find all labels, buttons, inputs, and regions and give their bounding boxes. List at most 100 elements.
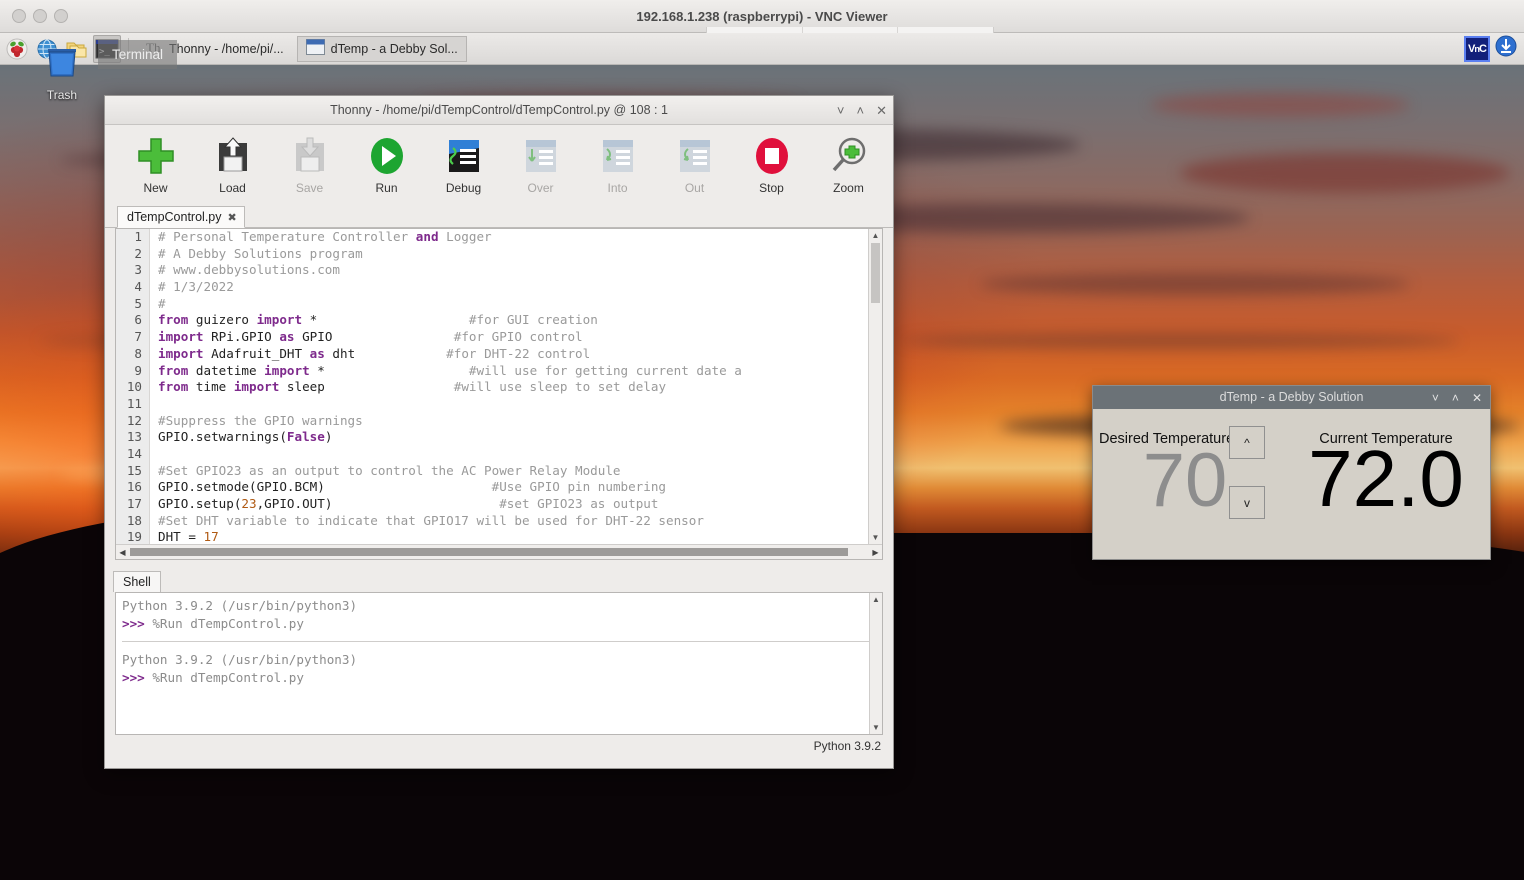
code-line[interactable]: 4 # 1/3/2022	[116, 279, 868, 296]
scroll-right-icon[interactable]: ▶	[869, 545, 882, 559]
minimize-icon[interactable]: ˅	[1432, 392, 1439, 404]
code-line[interactable]: 11	[116, 395, 868, 413]
code-line[interactable]: 18 #Set DHT variable to indicate that GPI…	[116, 512, 868, 530]
close-icon[interactable]: ✕	[1472, 392, 1482, 404]
code-line[interactable]: 17 GPIO.setup(23,GPIO.OUT) #set GPIO23 as…	[116, 496, 868, 513]
toolbar-button-stop[interactable]: Stop	[747, 133, 796, 195]
code-text[interactable]	[150, 396, 158, 413]
dtemp-titlebar[interactable]: dTemp - a Debby Solution ˅ ˄ ✕	[1093, 386, 1490, 409]
taskbar-window-dtemp[interactable]: dTemp - a Debby Sol...	[296, 35, 467, 62]
code-line[interactable]: 14	[116, 445, 868, 463]
code-editor[interactable]: 1 # Personal Temperature Controller and L…	[115, 228, 883, 560]
code-line[interactable]: 15 #Set GPIO23 as an output to control th…	[116, 462, 868, 480]
code-text[interactable]: # A Debby Solutions program	[150, 246, 363, 263]
toolbar-button-over[interactable]: Over	[516, 133, 565, 195]
tab-shell[interactable]: Shell	[113, 571, 161, 592]
shell-banner: Python 3.9.2 (/usr/bin/python3)	[122, 598, 358, 613]
code-line[interactable]: 6 from guizero import * #for GUI creation	[116, 312, 868, 330]
editor-horizontal-scrollbar[interactable]: ◀ ▶	[116, 544, 882, 559]
toolbar-button-debug[interactable]: Debug	[439, 133, 488, 195]
line-number: 16	[116, 479, 150, 496]
code-line[interactable]: 5 #	[116, 295, 868, 313]
code-text[interactable]: from guizero import * #for GUI creation	[150, 312, 598, 329]
trash-icon	[48, 49, 76, 77]
scroll-down-icon[interactable]: ▼	[869, 531, 882, 544]
code-text[interactable]: import Adafruit_DHT as dht #for DHT-22 c…	[150, 346, 590, 363]
code-text[interactable]: #Suppress the GPIO warnings	[150, 413, 363, 430]
toolbar-button-into[interactable]: Into	[593, 133, 642, 195]
code-text[interactable]: GPIO.setwarnings(False)	[150, 429, 332, 446]
line-number: 3	[116, 262, 150, 280]
shell-vertical-scrollbar[interactable]: ▲ ▼	[869, 593, 882, 734]
code-line[interactable]: 13 GPIO.setwarnings(False)	[116, 429, 868, 446]
taskbar-window-label: dTemp - a Debby Sol...	[330, 41, 458, 56]
step-out-icon	[670, 133, 719, 179]
code-text[interactable]: #Set DHT variable to indicate that GPIO1…	[150, 513, 704, 530]
code-text[interactable]: from time import sleep #will use sleep t…	[150, 379, 666, 396]
code-line[interactable]: 9 from datetime import * #will use for ge…	[116, 362, 868, 380]
trash-label: Trash	[46, 88, 78, 102]
toolbar-button-run[interactable]: Run	[362, 133, 411, 195]
increase-temperature-button[interactable]: ^	[1229, 426, 1265, 459]
editor-tab-dtempcontrol[interactable]: dTempControl.py ✖	[117, 206, 245, 228]
code-text[interactable]: DHT = 17	[150, 529, 219, 544]
editor-vscroll-thumb[interactable]	[871, 243, 880, 303]
toolbar-button-new[interactable]: New	[131, 133, 180, 195]
decrease-temperature-button[interactable]: v	[1229, 486, 1265, 519]
thonny-titlebar[interactable]: Thonny - /home/pi/dTempControl/dTempCont…	[105, 96, 893, 125]
vnc-server-icon[interactable]: VnC	[1464, 35, 1490, 62]
code-line[interactable]: 10 from time import sleep #will use sleep…	[116, 379, 868, 396]
dtemp-window-controls[interactable]: ˅ ˄ ✕	[1432, 386, 1482, 409]
code-lines[interactable]: 1 # Personal Temperature Controller and L…	[116, 229, 868, 544]
toolbar-label: Debug	[445, 181, 482, 195]
scroll-up-icon[interactable]: ▲	[870, 593, 882, 606]
line-number: 5	[116, 295, 150, 313]
code-line[interactable]: 7 import RPi.GPIO as GPIO #for GPIO contr…	[116, 329, 868, 346]
code-line[interactable]: 8 import Adafruit_DHT as dht #for DHT-22 …	[116, 345, 868, 363]
shell-output[interactable]: Python 3.9.2 (/usr/bin/python3) >>> %Run …	[116, 593, 882, 686]
close-icon[interactable]: ✕	[876, 104, 887, 117]
close-tab-icon[interactable]: ✖	[228, 211, 237, 224]
editor-vertical-scrollbar[interactable]: ▲ ▼	[868, 229, 882, 544]
shell-banner: Python 3.9.2 (/usr/bin/python3)	[122, 652, 358, 667]
raspberry-menu-icon[interactable]	[3, 35, 31, 63]
code-text[interactable]: from datetime import * #will use for get…	[150, 363, 742, 380]
code-text[interactable]	[150, 446, 158, 463]
taskbar-tray: VnC	[1464, 34, 1524, 63]
thonny-window[interactable]: Thonny - /home/pi/dTempControl/dTempCont…	[104, 95, 894, 769]
code-line[interactable]: 2 # A Debby Solutions program	[116, 245, 868, 263]
scroll-left-icon[interactable]: ◀	[116, 545, 129, 559]
desktop-icon-trash[interactable]: Trash	[38, 43, 86, 102]
shell-panel[interactable]: Python 3.9.2 (/usr/bin/python3) >>> %Run …	[115, 592, 883, 735]
code-text[interactable]: import RPi.GPIO as GPIO #for GPIO contro…	[150, 329, 583, 346]
shell-command-line[interactable]: >>> %Run dTempControl.py	[122, 669, 882, 687]
minimize-icon[interactable]: ˅	[837, 104, 845, 117]
code-line[interactable]: 16 GPIO.setmode(GPIO.BCM) #Use GPIO pin n…	[116, 479, 868, 496]
toolbar-button-save[interactable]: Save	[285, 133, 334, 195]
shell-command-line[interactable]: >>> %Run dTempControl.py	[122, 615, 882, 633]
code-text[interactable]: # www.debbysolutions.com	[150, 262, 340, 279]
code-line[interactable]: 19 DHT = 17	[116, 529, 868, 544]
code-line[interactable]: 3 # www.debbysolutions.com	[116, 262, 868, 280]
code-text[interactable]: GPIO.setmode(GPIO.BCM) #Use GPIO pin num…	[150, 479, 666, 496]
updates-icon[interactable]	[1494, 34, 1518, 63]
code-text[interactable]: #Set GPIO23 as an output to control the …	[150, 463, 621, 480]
thonny-window-controls[interactable]: ˅ ˄ ✕	[837, 96, 887, 125]
code-text[interactable]: # 1/3/2022	[150, 279, 234, 296]
maximize-icon[interactable]: ˄	[1452, 392, 1459, 404]
code-text[interactable]: #	[150, 296, 166, 313]
scroll-down-icon[interactable]: ▼	[870, 721, 882, 734]
code-text[interactable]: GPIO.setup(23,GPIO.OUT) #set GPIO23 as o…	[150, 496, 658, 513]
toolbar-button-zoom[interactable]: Zoom	[824, 133, 873, 195]
code-line[interactable]: 12 #Suppress the GPIO warnings	[116, 412, 868, 430]
editor-hscroll-thumb[interactable]	[130, 548, 848, 556]
toolbar-button-load[interactable]: Load	[208, 133, 257, 195]
code-text[interactable]: # Personal Temperature Controller and Lo…	[150, 229, 492, 246]
toolbar-button-out[interactable]: Out	[670, 133, 719, 195]
shell-tabbar: Shell	[105, 569, 893, 592]
scroll-up-icon[interactable]: ▲	[869, 229, 882, 242]
current-temperature-value: 72.0	[1308, 434, 1464, 523]
maximize-icon[interactable]: ˄	[857, 104, 865, 117]
dtemp-window[interactable]: dTemp - a Debby Solution ˅ ˄ ✕ Desired T…	[1092, 385, 1491, 560]
code-line[interactable]: 1 # Personal Temperature Controller and L…	[116, 229, 868, 246]
